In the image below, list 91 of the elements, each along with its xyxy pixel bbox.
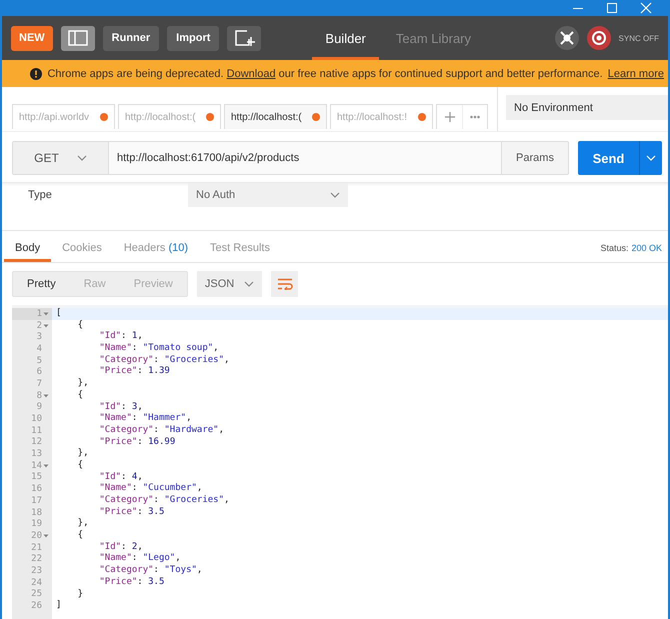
line-number: 15	[31, 472, 42, 482]
status-value: 200 OK	[631, 242, 662, 252]
response-tab[interactable]: Cookies	[51, 231, 113, 262]
download-link[interactable]: Download	[226, 68, 276, 80]
code-line: {	[76, 320, 84, 332]
line-number: 24	[31, 578, 42, 588]
line-number: 2	[36, 320, 42, 331]
code-line: {	[76, 460, 84, 472]
line-number: 5	[36, 356, 42, 366]
response-tab[interactable]: Headers (10)	[112, 231, 200, 262]
code-line: "Category": "Toys",	[98, 565, 202, 577]
line-number: 8	[36, 390, 42, 401]
line-number: 25	[31, 589, 42, 600]
line-number: 18	[31, 508, 42, 518]
sync-icon[interactable]	[586, 26, 611, 50]
line-number: 20	[31, 530, 42, 541]
code-line: ]	[55, 600, 62, 612]
view-mode-button[interactable]: Pretty	[13, 272, 70, 296]
line-number: 10	[31, 414, 42, 424]
maximize-icon[interactable]	[606, 2, 618, 14]
environment-select[interactable]: No Environment	[506, 95, 668, 120]
line-number: 7	[36, 378, 42, 389]
fold-caret-icon[interactable]	[43, 312, 49, 316]
line-number: 14	[31, 460, 42, 471]
code-line: "Id": 2,	[98, 542, 143, 554]
code-line: },	[76, 518, 89, 530]
code-line: "Category": "Groceries",	[98, 354, 230, 366]
learn-more-link[interactable]: Learn more	[608, 68, 664, 80]
line-number: 26	[31, 601, 42, 612]
code-line: "Id": 3,	[98, 402, 143, 414]
code-line: }	[76, 588, 84, 600]
fold-caret-icon[interactable]	[43, 394, 49, 398]
line-number: 12	[31, 437, 42, 448]
code-line: "Name": "Cucumber",	[98, 483, 202, 495]
code-line: "Category": "Groceries",	[98, 495, 230, 507]
code-line: },	[76, 448, 89, 460]
auth-type-select[interactable]: No Auth	[188, 183, 348, 207]
code-line: {	[76, 390, 84, 402]
toolbar-button[interactable]: Import	[167, 26, 220, 50]
line-number: 22	[31, 554, 42, 564]
response-tab[interactable]: Body	[4, 231, 52, 262]
line-number: 11	[31, 426, 42, 436]
chevron-icon[interactable]	[646, 155, 656, 161]
line-number: 4	[36, 344, 42, 354]
wrap-lines-button[interactable]	[271, 271, 298, 297]
code-line: "Price": 3.5	[98, 576, 164, 588]
new-window-button[interactable]	[227, 26, 262, 50]
nav-tab[interactable]: Team Library	[382, 16, 484, 60]
line-number: 13	[31, 449, 42, 460]
line-number: 23	[31, 566, 42, 576]
line-number: 19	[31, 519, 42, 530]
warning-icon	[30, 68, 42, 80]
line-number: 16	[31, 484, 42, 494]
line-number: 17	[31, 496, 42, 506]
interceptor-icon[interactable]	[554, 26, 579, 50]
line-number: 21	[31, 542, 42, 553]
status-label: Status:	[600, 242, 628, 252]
format-select[interactable]: JSON	[196, 271, 262, 297]
line-number: 1	[36, 308, 42, 319]
response-tab[interactable]: Test Results	[199, 231, 281, 262]
code-line: "Price": 16.99	[98, 436, 176, 448]
fold-caret-icon[interactable]	[43, 324, 49, 328]
fold-caret-icon[interactable]	[43, 534, 49, 538]
line-number: 6	[36, 367, 42, 378]
code-line: "Name": "Hammer",	[98, 413, 192, 425]
code-line: "Id": 1,	[98, 331, 143, 344]
wrap-icon	[276, 278, 293, 290]
toolbar-button[interactable]: Runner	[102, 26, 160, 50]
line-number: 3	[36, 332, 42, 342]
code-line: "Name": "Tomato soup",	[98, 343, 219, 355]
code-line: "Id": 4,	[98, 472, 143, 484]
fold-caret-icon[interactable]	[43, 464, 49, 468]
sidebar-toggle-button[interactable]	[60, 26, 95, 50]
code-line: "Price": 1.39	[98, 366, 170, 378]
close-icon[interactable]	[640, 2, 652, 14]
code-line: {	[76, 530, 84, 542]
new-button[interactable]: NEW	[11, 26, 53, 50]
code-line: "Price": 3.5	[98, 506, 164, 518]
code-line: "Name": "Lego",	[98, 553, 181, 565]
code-line: "Category": "Hardware",	[98, 424, 224, 437]
request-tab[interactable]: http://localhost:(	[224, 104, 327, 129]
sync-status: SYNC OFF	[618, 34, 659, 42]
code-line: },	[76, 378, 89, 390]
plus-icon	[444, 112, 454, 122]
send-button[interactable]: Send	[578, 141, 662, 175]
auth-type-label: Type	[28, 189, 53, 201]
code-line: [	[55, 308, 62, 320]
chevron-icon	[330, 192, 340, 198]
chevron-icon	[244, 281, 254, 287]
line-number: 9	[36, 402, 42, 412]
deprecation-message: Chrome apps are being deprecated. Download our free native apps for continued support and better performance.	[47, 68, 603, 80]
